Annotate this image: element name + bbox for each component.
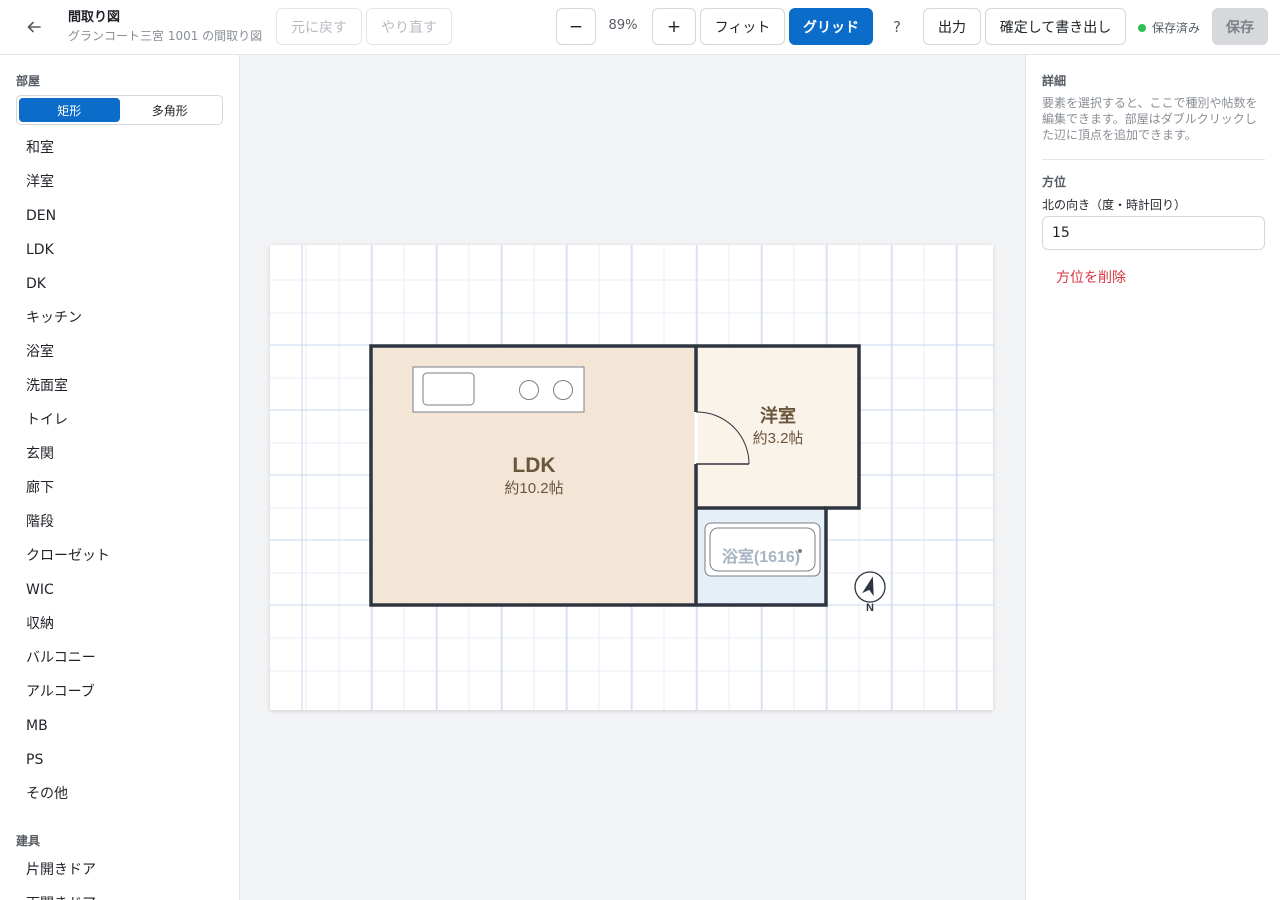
room-type-item[interactable]: 洋室 [0,165,239,199]
room-type-item[interactable]: アルコーブ [0,675,239,709]
arrow-left-icon [27,21,41,33]
compass-label: N [866,602,874,614]
top-toolbar: 間取り図 グランコート三宮 1001 の間取り図 元に戻す やり直す − 89%… [0,0,1280,55]
shape-mode-toggle: 矩形 多角形 [16,95,223,125]
room-type-item[interactable]: DK [0,267,239,301]
fixtures-heading: 建具 [16,834,41,848]
drawing-canvas[interactable]: LDK 約10.2帖 洋室 約3.2帖 浴室(1616) N [240,55,1025,900]
room-type-item[interactable]: 浴室 [0,335,239,369]
back-button[interactable] [20,13,48,41]
room-area-western: 約3.2帖 [753,430,804,447]
room-type-item[interactable]: DEN [0,199,239,233]
room-type-item[interactable]: クローゼット [0,539,239,573]
room-area-ldk: 約10.2帖 [504,480,563,497]
mode-polygon[interactable]: 多角形 [120,98,221,122]
zoom-level: 89% [608,18,638,33]
room-type-item[interactable]: トイレ [0,403,239,437]
status-dot-icon [1138,23,1146,32]
fixture-type-list: 片開きドア 両開きドア [0,853,239,900]
fixture-type-item[interactable]: 両開きドア [0,887,239,900]
save-status: 保存済み [1138,19,1200,36]
room-type-item[interactable]: 廊下 [0,471,239,505]
room-type-item[interactable]: WIC [0,573,239,607]
grid-toggle-button[interactable]: グリッド [789,8,873,45]
room-type-item[interactable]: 和室 [0,131,239,165]
floorplan-svg[interactable]: LDK 約10.2帖 洋室 約3.2帖 浴室(1616) N [270,245,993,710]
room-type-item[interactable]: LDK [0,233,239,267]
page-title: 間取り図 [68,10,121,25]
page-subtitle: グランコート三宮 1001 の間取り図 [68,29,263,43]
north-direction-label: 北の向き（度・時計回り） [1042,198,1187,212]
room-type-item[interactable]: キッチン [0,301,239,335]
orientation-heading: 方位 [1042,175,1067,189]
undo-button[interactable]: 元に戻す [276,8,362,45]
delete-orientation-button[interactable]: 方位を削除 [1056,267,1126,287]
title-block: 間取り図 グランコート三宮 1001 の間取り図 [68,9,262,45]
room-label-western: 洋室 [760,405,796,427]
confirm-export-button[interactable]: 確定して書き出し [985,8,1126,45]
divider [1042,159,1265,160]
zoom-in-button[interactable]: + [652,8,696,45]
redo-button[interactable]: やり直す [366,8,452,45]
save-status-text: 保存済み [1152,21,1201,35]
room-western[interactable] [696,346,859,508]
room-type-item[interactable]: 収納 [0,607,239,641]
fit-button[interactable]: フィット [700,8,785,45]
properties-panel: 詳細 要素を選択すると、ここで種別や帖数を編集できます。部屋はダブルクリックした… [1025,55,1280,900]
room-label-bath: 浴室(1616) [722,547,800,566]
room-type-item[interactable]: バルコニー [0,641,239,675]
room-type-item[interactable]: MB [0,709,239,743]
element-palette: 部屋 矩形 多角形 和室 洋室 DEN LDK DK キッチン 浴室 洗面室 ト… [0,55,240,900]
north-direction-input[interactable] [1042,216,1265,250]
help-button[interactable]: ? [881,8,913,45]
room-type-item[interactable]: その他 [0,777,239,811]
fixture-type-item[interactable]: 片開きドア [0,853,239,887]
room-type-list: 和室 洋室 DEN LDK DK キッチン 浴室 洗面室 トイレ 玄関 廊下 階… [0,131,239,811]
details-heading: 詳細 [1042,74,1067,88]
zoom-out-button[interactable]: − [556,8,596,45]
room-type-item[interactable]: 玄関 [0,437,239,471]
room-type-item[interactable]: PS [0,743,239,777]
room-type-item[interactable]: 洗面室 [0,369,239,403]
save-button[interactable]: 保存 [1212,8,1268,45]
room-label-ldk: LDK [512,454,555,477]
rooms-heading: 部屋 [16,74,41,88]
mode-rectangle[interactable]: 矩形 [19,98,120,122]
room-type-item[interactable]: 階段 [0,505,239,539]
kitchen-counter[interactable] [412,366,585,413]
help-text: 要素を選択すると、ここで種別や帖数を編集できます。部屋はダブルクリックした辺に頂… [1042,96,1258,142]
floorplan-sheet[interactable]: LDK 約10.2帖 洋室 約3.2帖 浴室(1616) N [270,245,993,710]
export-button[interactable]: 出力 [923,8,981,45]
